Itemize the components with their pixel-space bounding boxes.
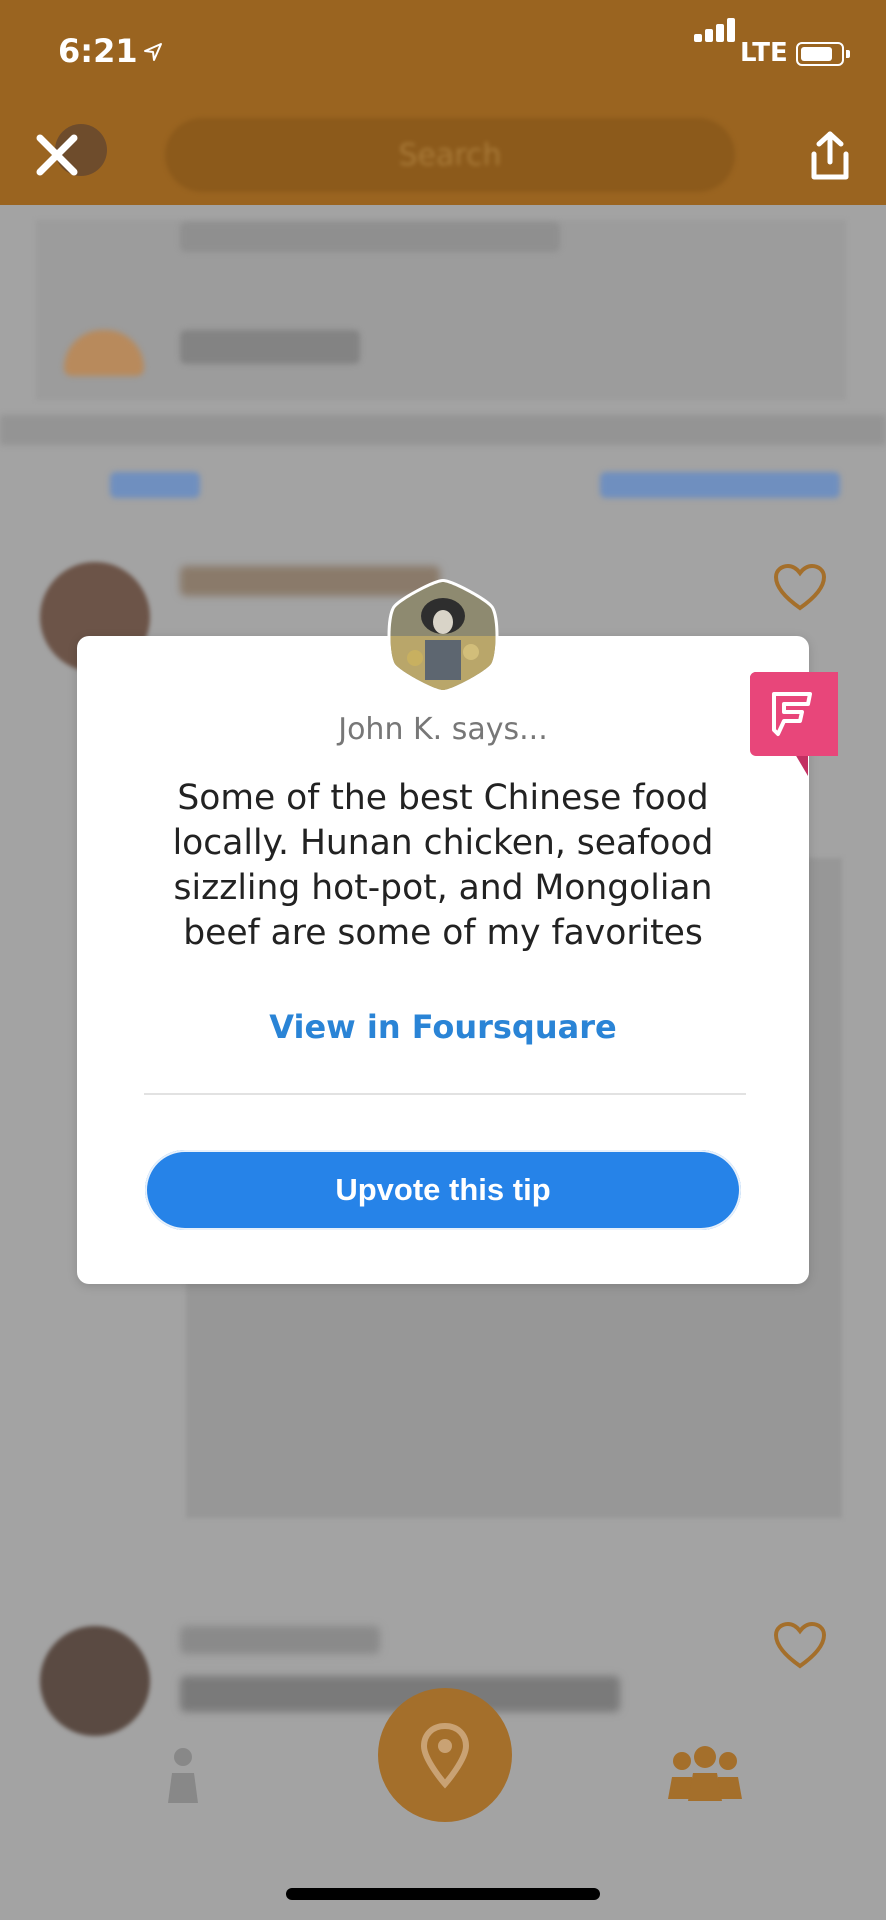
avatar [40, 1626, 150, 1736]
divider [0, 415, 886, 445]
battery-icon [796, 42, 844, 66]
check-in-button [378, 1688, 512, 1822]
foursquare-icon [750, 672, 838, 776]
close-icon[interactable] [34, 132, 80, 178]
tip-author: John K. says... [338, 712, 548, 747]
search-bar[interactable]: Search [165, 118, 735, 192]
divider [144, 1093, 746, 1095]
friends-icon [668, 1746, 742, 1801]
status-time: 6:21 [58, 32, 138, 70]
add-friends-control [600, 472, 840, 498]
location-arrow-icon [144, 43, 162, 61]
avatar [387, 578, 499, 694]
home-indicator [286, 1888, 600, 1900]
view-in-foursquare-link[interactable]: View in Foursquare [77, 1008, 809, 1046]
leaderboard-line [180, 222, 560, 252]
person-icon [168, 1748, 198, 1803]
location-pin-icon [420, 1722, 470, 1789]
battery-tip [846, 50, 850, 58]
feed-item-user [180, 1626, 380, 1654]
sort-filter [110, 472, 200, 498]
tip-text: Some of the best Chinese food locally. H… [172, 778, 714, 953]
search-placeholder: Search [398, 137, 502, 173]
upvote-tip-button[interactable]: Upvote this tip [145, 1150, 741, 1230]
network-type: LTE [740, 38, 788, 68]
leaderboard-line [180, 330, 360, 364]
heart-icon [773, 1621, 827, 1669]
heart-icon [773, 563, 827, 611]
share-icon[interactable] [808, 130, 852, 182]
